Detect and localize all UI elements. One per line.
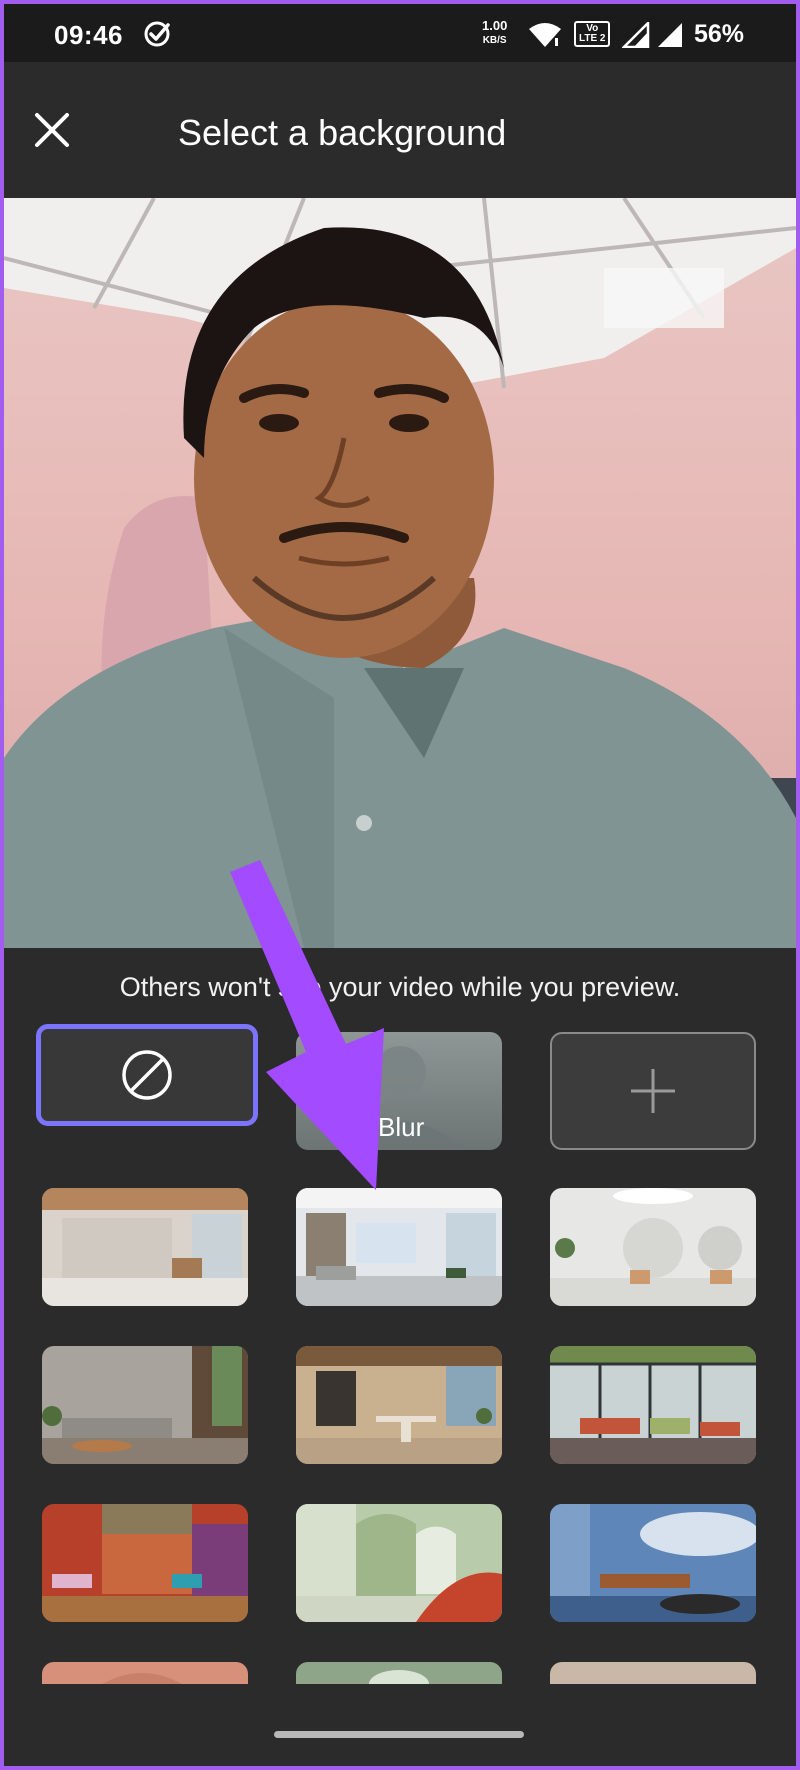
network-speed-unit: KB/S bbox=[482, 35, 507, 46]
background-tile[interactable] bbox=[42, 1346, 248, 1464]
background-tile[interactable] bbox=[42, 1188, 248, 1306]
background-tile[interactable] bbox=[550, 1662, 756, 1684]
background-tile[interactable] bbox=[550, 1504, 756, 1622]
no-background-tile[interactable] bbox=[36, 1024, 258, 1126]
no-background-icon bbox=[122, 1050, 172, 1100]
volte-badge: Vo LTE 2 bbox=[574, 21, 611, 47]
background-grid: Blur bbox=[4, 1024, 796, 1684]
background-tile[interactable] bbox=[550, 1346, 756, 1464]
close-button[interactable] bbox=[26, 104, 78, 156]
background-tile[interactable] bbox=[550, 1188, 756, 1306]
blur-tile[interactable]: Blur bbox=[296, 1032, 502, 1150]
home-indicator[interactable] bbox=[274, 1731, 524, 1738]
preview-note: Others won't see your video while you pr… bbox=[119, 972, 681, 1002]
background-tile[interactable] bbox=[296, 1504, 502, 1622]
blur-label: Blur bbox=[378, 1112, 425, 1142]
add-background-button[interactable] bbox=[550, 1032, 756, 1150]
status-bar: 09:46 1.00 KB/S Vo LTE 2 56% bbox=[4, 4, 796, 62]
background-tile[interactable] bbox=[296, 1346, 502, 1464]
camera-preview bbox=[4, 198, 796, 948]
check-circle-icon bbox=[142, 19, 172, 54]
wifi-icon bbox=[528, 22, 562, 53]
bottom-nav-area bbox=[4, 1684, 796, 1766]
header: Select a background bbox=[4, 62, 796, 198]
background-tile[interactable] bbox=[296, 1662, 502, 1684]
background-tile[interactable] bbox=[296, 1188, 502, 1306]
status-time: 09:46 bbox=[54, 20, 123, 50]
plus-icon bbox=[631, 1069, 675, 1113]
volte-bottom: LTE 2 bbox=[579, 33, 606, 44]
battery-level: 56% bbox=[694, 20, 745, 48]
close-icon bbox=[35, 113, 69, 147]
page-title: Select a background bbox=[178, 112, 507, 153]
network-speed: 1.00 KB/S bbox=[482, 19, 507, 47]
signal-icon bbox=[656, 22, 684, 53]
network-speed-value: 1.00 bbox=[482, 18, 508, 33]
person-image bbox=[4, 227, 796, 948]
signal-icon bbox=[620, 19, 650, 53]
background-tile[interactable] bbox=[42, 1504, 248, 1622]
screen-frame: 09:46 1.00 KB/S Vo LTE 2 56% Select a ba… bbox=[4, 4, 796, 1766]
background-tile[interactable] bbox=[42, 1662, 248, 1684]
